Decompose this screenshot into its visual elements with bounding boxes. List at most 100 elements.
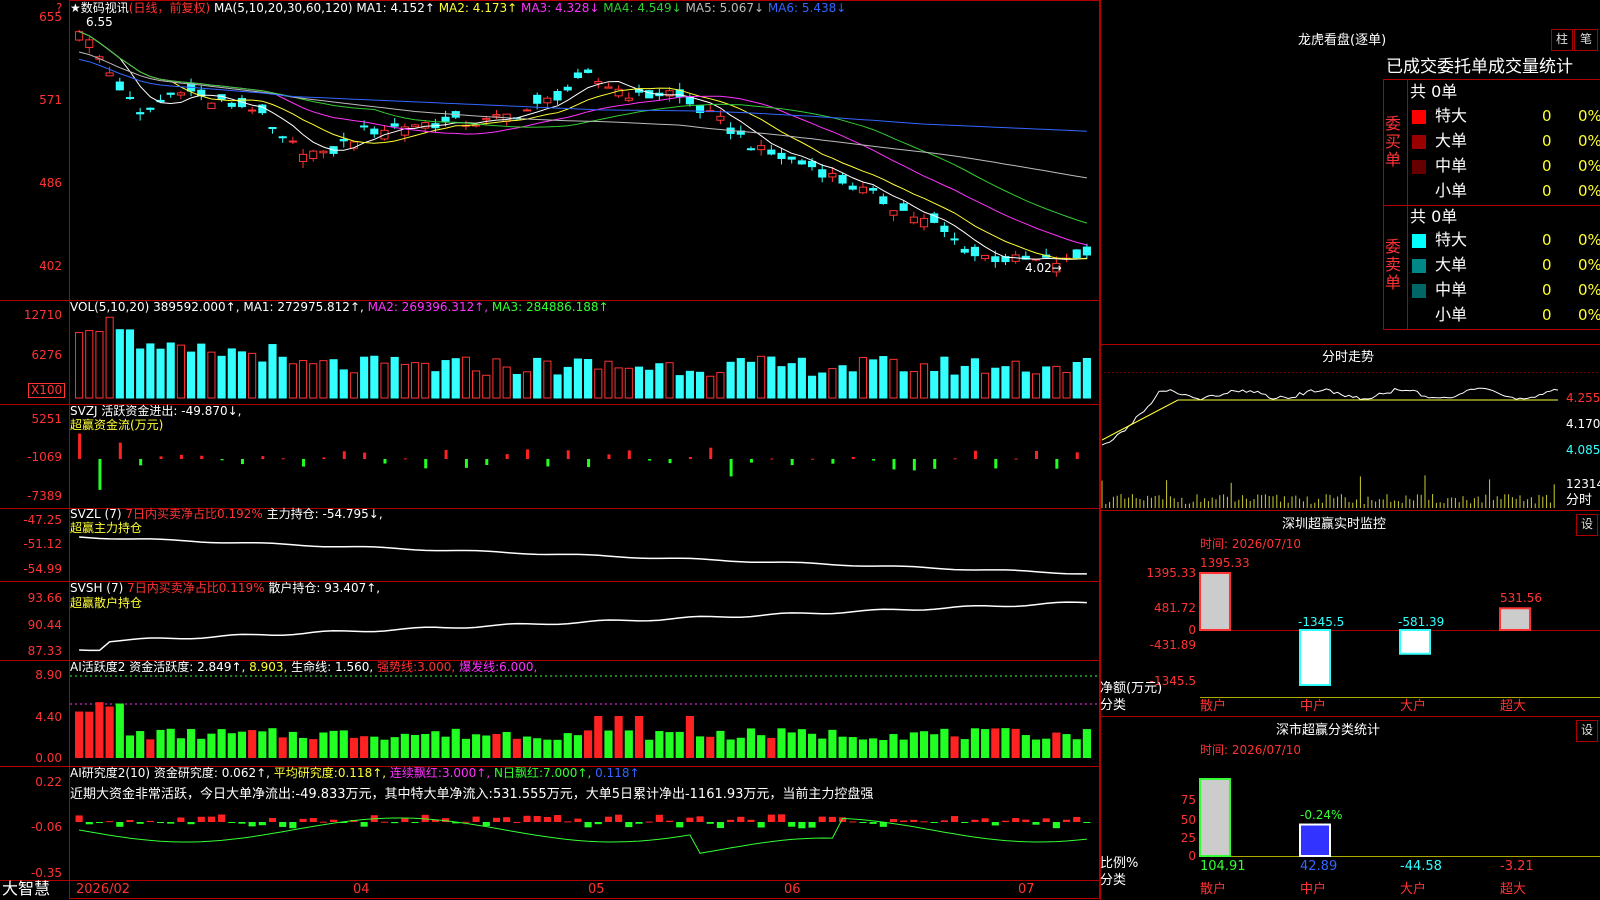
activity-bar	[553, 739, 562, 758]
period-label[interactable]: (日线，前复权)	[129, 1, 210, 15]
candle-body	[543, 97, 552, 104]
intraday-label: 分时	[1566, 493, 1593, 508]
svzj-bar	[688, 456, 692, 459]
research-bar	[319, 821, 327, 823]
svzj-bar	[648, 459, 652, 461]
activity-bar	[930, 734, 939, 758]
candle-body	[410, 124, 420, 128]
candle-body	[767, 149, 776, 155]
activity-bar	[1021, 735, 1030, 758]
svzj-bar	[892, 459, 896, 470]
candle-body	[909, 216, 918, 224]
research-bar	[391, 822, 399, 824]
svzj-bar	[179, 454, 183, 459]
research-bar	[788, 822, 796, 827]
row-name: 大单	[1435, 131, 1468, 150]
candle-body	[553, 90, 562, 101]
burst-label: 爆发线:	[459, 660, 500, 674]
price-header: ★数码视讯(日线，前复权) MA(5,10,20,30,60,120) MA1:…	[70, 2, 846, 15]
candle-body	[248, 109, 257, 112]
research-bar	[940, 820, 948, 822]
svzj-bar	[505, 454, 509, 459]
volume-bar	[319, 360, 328, 399]
research-bar	[604, 816, 613, 822]
candle-body	[919, 217, 929, 228]
volume-bar	[909, 371, 918, 399]
monitor-settings-button[interactable]: 设	[1576, 514, 1598, 536]
stock-name[interactable]: ★数码视讯	[70, 1, 129, 15]
candlestick-series	[75, 29, 1091, 277]
research-bar	[248, 822, 256, 827]
svsh-tick: 87.33	[27, 644, 62, 658]
volume-bar	[227, 348, 236, 399]
research-bar	[197, 816, 205, 822]
ma-lines	[78, 31, 1088, 260]
svzj-bar	[322, 457, 326, 459]
volume-bar	[156, 348, 165, 399]
volume-bar	[797, 357, 806, 399]
volume-bar	[431, 371, 440, 399]
ma-line-MA3	[78, 31, 1088, 246]
price-tick: 571	[39, 93, 62, 107]
svzj-bar	[78, 433, 82, 459]
left-frame	[69, 0, 1100, 899]
activity-bar	[197, 738, 206, 758]
chart-canvas	[0, 0, 1600, 900]
intraday-tick: 4.170	[1566, 417, 1600, 431]
vol-legend-item: MA2: 269396.312↑,	[363, 300, 489, 314]
intraday-title: 分时走势	[1322, 350, 1375, 365]
research-bar	[859, 822, 867, 823]
activity-bar	[726, 739, 735, 758]
bar-mode-button[interactable]: 柱	[1551, 29, 1573, 51]
activity-bar	[584, 730, 593, 758]
volume-bar	[482, 374, 491, 399]
avg-label: 平均研究度:	[273, 766, 338, 780]
svzj-bar	[383, 459, 387, 464]
candle-body	[940, 225, 949, 232]
candle-body	[125, 96, 135, 99]
research-bar	[574, 818, 582, 822]
volume-bar	[339, 369, 348, 399]
svzj-bar	[200, 455, 204, 459]
class-axis-label2: 分类	[1100, 873, 1127, 888]
brand-logo[interactable]: 大智慧	[2, 880, 50, 898]
research-bar	[472, 816, 480, 822]
research-bar	[177, 817, 185, 822]
activity-bar	[940, 728, 949, 758]
class-time: 时间: 2026/07/10	[1200, 743, 1302, 757]
monitor-tick: 481.72	[1154, 601, 1196, 615]
svzj-bar	[1075, 452, 1079, 459]
research-bar	[1042, 818, 1050, 822]
volume-bar	[217, 355, 226, 399]
activity-bar	[695, 736, 705, 758]
svsh-tick: 90.44	[27, 618, 62, 632]
vol-tick: 6276	[31, 348, 62, 362]
volume-bar	[696, 371, 705, 399]
candle-body	[319, 150, 328, 154]
candle-body	[960, 248, 969, 253]
volume-bar	[400, 363, 409, 399]
activity-bar	[298, 737, 308, 758]
svzj-bar	[587, 459, 591, 468]
tick-mode-button[interactable]: 笔	[1574, 29, 1598, 51]
res-header: AI研究度2(10) 资金研究度: 0.062↑, 平均研究度:0.118↑, …	[70, 767, 640, 780]
svzj-bar	[444, 449, 448, 459]
buy-total: 共 0单	[1410, 82, 1458, 101]
research-bar	[961, 822, 969, 823]
activity-bar	[390, 737, 399, 758]
svzj-bar	[220, 459, 224, 461]
research-bar	[360, 822, 368, 827]
candle-body	[818, 169, 827, 178]
research-bar	[167, 822, 175, 824]
svsh-value: 93.407↑,	[324, 581, 381, 595]
volume-bar	[624, 367, 633, 399]
activity-bar	[1042, 738, 1051, 758]
svzj-bar	[668, 459, 672, 464]
monitor-category: 大户	[1400, 699, 1427, 714]
activity-bar	[136, 731, 145, 758]
vol-unit-button[interactable]: X100	[28, 383, 66, 398]
activity-bar	[309, 739, 318, 758]
volume-bar	[1021, 371, 1030, 399]
research-bar	[615, 814, 623, 822]
class-settings-button[interactable]: 设	[1576, 720, 1598, 742]
